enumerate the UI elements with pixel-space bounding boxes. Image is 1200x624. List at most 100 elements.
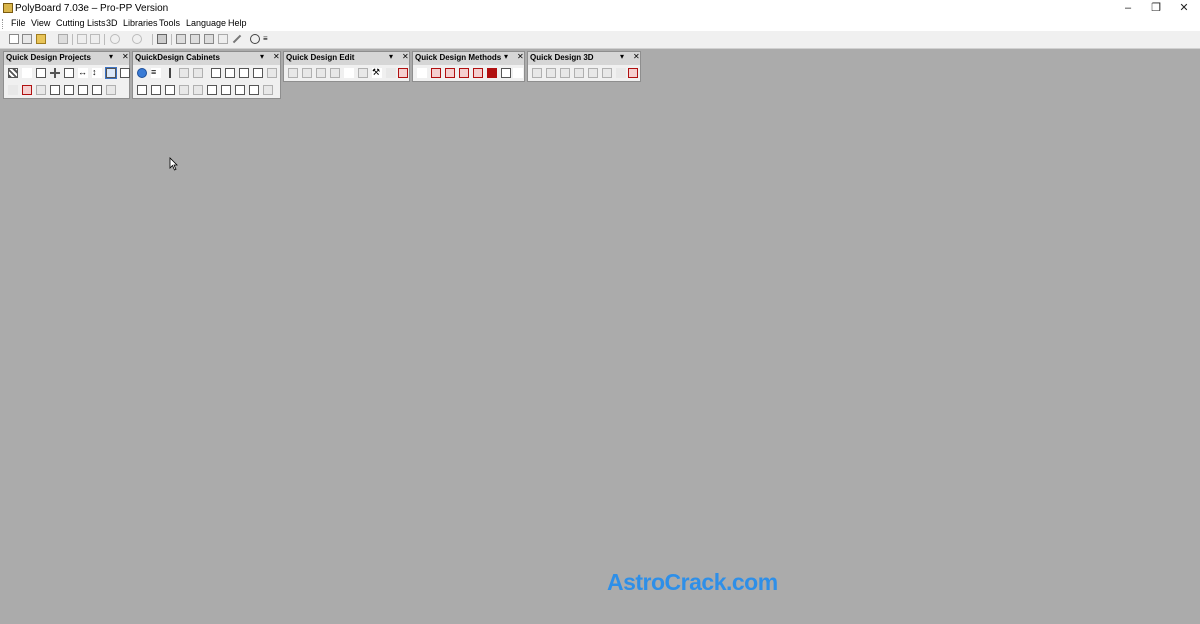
copy-cabinet-icon[interactable] xyxy=(204,34,214,44)
layers-red-icon[interactable] xyxy=(628,68,638,78)
base-cabinet-icon[interactable] xyxy=(239,68,249,78)
new-project-icon[interactable] xyxy=(22,34,32,44)
pencil-disabled-icon[interactable] xyxy=(8,85,18,95)
shape-notch-icon[interactable] xyxy=(302,68,312,78)
3d-light-icon[interactable] xyxy=(588,68,598,78)
menu-tools[interactable]: Tools xyxy=(159,18,180,28)
undo-icon[interactable] xyxy=(110,34,120,44)
method-fill-red-icon[interactable] xyxy=(487,68,497,78)
method-shelf-red-icon[interactable] xyxy=(473,68,483,78)
frame-disabled-icon[interactable] xyxy=(179,68,189,78)
cube-top-icon[interactable] xyxy=(249,85,259,95)
pen-icon[interactable] xyxy=(22,68,32,78)
drawer-group-icon[interactable] xyxy=(225,68,235,78)
cross-divider-icon[interactable] xyxy=(50,68,60,78)
print-icon[interactable] xyxy=(77,34,87,44)
arrow-right-disabled-icon[interactable] xyxy=(36,85,46,95)
grid-pattern-icon[interactable] xyxy=(8,68,18,78)
method-drawer-red-icon[interactable] xyxy=(459,68,469,78)
hammer-icon[interactable]: ⚒ xyxy=(372,68,382,78)
3d-tall-icon[interactable] xyxy=(574,68,584,78)
3d-open-icon[interactable] xyxy=(560,68,570,78)
wall-cabinet-icon[interactable] xyxy=(253,68,263,78)
new-file-icon[interactable] xyxy=(9,34,19,44)
menu-language[interactable]: Language xyxy=(186,18,226,28)
close-window-button[interactable]: ✕ xyxy=(1169,0,1199,17)
cabinet-view-icon[interactable] xyxy=(190,34,200,44)
layers-red-icon[interactable] xyxy=(398,68,408,78)
globe-icon[interactable] xyxy=(137,68,147,78)
menu-cutting-lists[interactable]: Cutting Lists xyxy=(56,18,106,28)
panel-close-icon[interactable]: ✕ xyxy=(517,52,524,61)
cabinet-split-icon[interactable] xyxy=(151,85,161,95)
panel-dropdown-icon[interactable]: ▾ xyxy=(109,52,113,61)
shape-step-icon[interactable] xyxy=(330,68,340,78)
layers-red-icon[interactable] xyxy=(22,85,32,95)
cabinet-inner-icon[interactable] xyxy=(165,85,175,95)
arrow-disabled-icon[interactable] xyxy=(193,85,203,95)
menu-grip-handle[interactable] xyxy=(2,19,5,29)
menu-3d[interactable]: 3D xyxy=(106,18,118,28)
cube-icon[interactable] xyxy=(50,85,60,95)
shape-trapezoid-icon[interactable] xyxy=(316,68,326,78)
restore-button[interactable]: ❐ xyxy=(1141,0,1171,17)
tall-cabinet-disabled-icon[interactable] xyxy=(267,68,277,78)
slant-disabled-icon[interactable] xyxy=(179,85,189,95)
cube-top-icon[interactable] xyxy=(92,85,102,95)
method-door-red-icon[interactable] xyxy=(445,68,455,78)
split-width-icon[interactable] xyxy=(64,68,74,78)
vertical-arrows-icon[interactable]: ↕ xyxy=(92,68,102,78)
cube-shaded-disabled-icon[interactable] xyxy=(263,85,273,95)
panel-view-icon[interactable] xyxy=(176,34,186,44)
pencil-disabled-icon[interactable] xyxy=(386,68,396,78)
tools-cross-icon[interactable] xyxy=(417,68,427,78)
open-folder-icon[interactable] xyxy=(36,34,46,44)
save-icon[interactable] xyxy=(58,34,68,44)
cube-right-icon[interactable] xyxy=(235,85,245,95)
panel-close-icon[interactable]: ✕ xyxy=(122,52,129,61)
shape-offset-icon[interactable] xyxy=(358,68,368,78)
panel-close-icon[interactable]: ✕ xyxy=(402,52,409,61)
panel-close-icon[interactable]: ✕ xyxy=(273,52,280,61)
menu-libraries[interactable]: Libraries xyxy=(123,18,158,28)
frame-grid-icon[interactable] xyxy=(36,68,46,78)
info-icon[interactable] xyxy=(250,34,260,44)
pencil-icon[interactable] xyxy=(232,34,242,44)
menu-file[interactable]: File xyxy=(11,18,26,28)
method-edge-icon[interactable] xyxy=(501,68,511,78)
redo-icon[interactable] xyxy=(132,34,142,44)
shape-house-icon[interactable] xyxy=(288,68,298,78)
3d-cabinet-icon[interactable] xyxy=(546,68,556,78)
3d-solid-icon[interactable] xyxy=(602,68,612,78)
cube-right-icon[interactable] xyxy=(78,85,88,95)
cube-shaded-disabled-icon[interactable] xyxy=(106,85,116,95)
cabinet-front-icon[interactable] xyxy=(137,85,147,95)
refresh-icon[interactable] xyxy=(218,34,228,44)
panel-close-icon[interactable]: ✕ xyxy=(633,52,640,61)
panel-dropdown-icon[interactable]: ▾ xyxy=(260,52,264,61)
cabinet-lock-icon[interactable] xyxy=(120,68,130,78)
3d-box-icon[interactable] xyxy=(532,68,542,78)
minimize-button[interactable]: – xyxy=(1113,0,1143,17)
panel-dropdown-icon[interactable]: ▾ xyxy=(389,52,393,61)
cabinet-properties-icon[interactable] xyxy=(157,34,167,44)
magic-wand-icon[interactable] xyxy=(513,68,523,78)
menu-help[interactable]: Help xyxy=(228,18,247,28)
pencil-disabled-icon[interactable] xyxy=(616,68,626,78)
toolbar-overflow-icon[interactable]: ≡ xyxy=(263,34,273,44)
menu-view[interactable]: View xyxy=(31,18,50,28)
cube-left-icon[interactable] xyxy=(221,85,231,95)
panel-dropdown-icon[interactable]: ▾ xyxy=(504,52,508,61)
paint-brush-icon[interactable] xyxy=(344,68,354,78)
link-arrows-icon[interactable] xyxy=(105,67,117,79)
door-icon[interactable] xyxy=(211,68,221,78)
cube-left-icon[interactable] xyxy=(64,85,74,95)
horizontal-arrows-icon[interactable]: ↔ xyxy=(78,68,88,78)
frame-cross-disabled-icon[interactable] xyxy=(193,68,203,78)
panel-dropdown-icon[interactable]: ▾ xyxy=(620,52,624,61)
cube-icon[interactable] xyxy=(207,85,217,95)
vertical-divider-icon[interactable] xyxy=(165,68,175,78)
shelves-icon[interactable]: ≡ xyxy=(151,68,161,78)
method-panel-red-icon[interactable] xyxy=(431,68,441,78)
print-preview-icon[interactable] xyxy=(90,34,100,44)
